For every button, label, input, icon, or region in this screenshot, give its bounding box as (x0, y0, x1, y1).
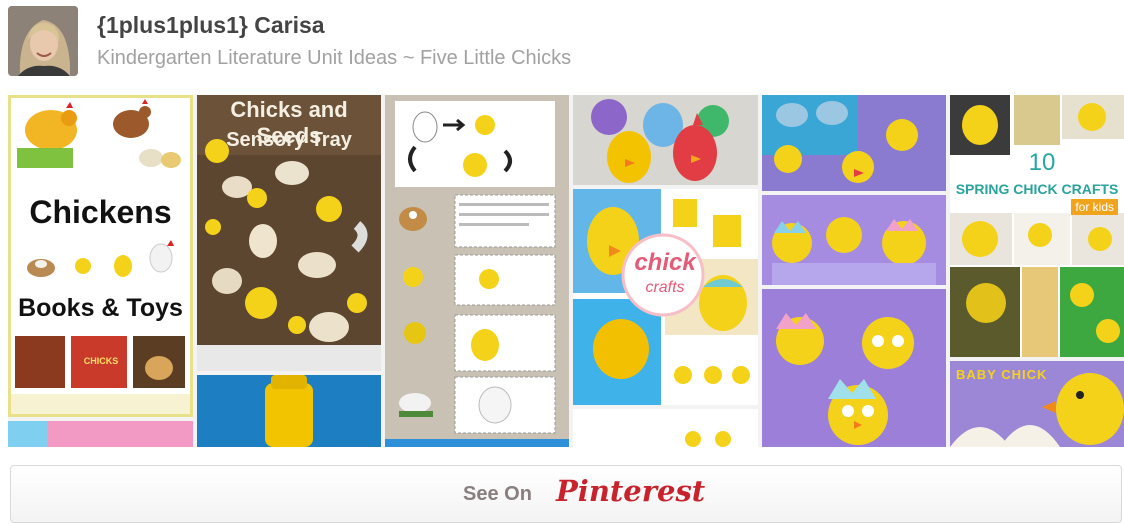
egg-carton-chicks-photo (762, 95, 946, 191)
pin-column-3 (385, 95, 569, 447)
chick-crafts-collage (573, 189, 758, 405)
pin-partial-pink-image (8, 421, 193, 447)
pinner-username[interactable]: {1plus1plus1} Carisa (97, 12, 325, 39)
board-title[interactable]: Kindergarten Literature Unit Ideas ~ Fiv… (97, 47, 571, 70)
pin-column-6: 10 SPRING CHICK CRAFTS for kids BABY CHI… (950, 95, 1124, 447)
pin-partial-pink[interactable] (8, 421, 193, 447)
pin-column-5 (762, 95, 946, 447)
pin-chickens-subtitle: Books & Toys (18, 294, 183, 322)
pin-column-4: chick crafts (573, 95, 758, 447)
eggshell-chicks-photo (762, 289, 946, 447)
baby-chick-title: BABY CHICK (956, 367, 1048, 382)
pin-eggshell-chicks[interactable] (762, 289, 946, 447)
avatar[interactable] (8, 6, 78, 76)
pin-chicks-seeds-sensory-tray[interactable]: Chicks and Seeds Sensory Tray (197, 95, 381, 371)
spring-crafts-number: 10 (1022, 149, 1062, 177)
hatching-chicks-photo (762, 195, 946, 285)
see-on-label: See On (463, 483, 532, 505)
pin-chickens-books-toys[interactable]: Chickens Books & Toys CHICKS (8, 95, 193, 417)
spring-crafts-subtitle: for kids (1071, 199, 1118, 215)
yellow-bottle-photo (197, 375, 381, 447)
pin-hatching-chicks[interactable] (762, 195, 946, 285)
pin-yellow-bottle[interactable] (197, 375, 381, 447)
partial-chicks-image (573, 409, 758, 447)
felt-chicks-photo (573, 95, 758, 185)
pin-sensory-subtitle: Sensory Tray (226, 129, 352, 151)
pin-chickens-title: Chickens (29, 194, 172, 230)
pinterest-logo: Pinterest (556, 474, 706, 508)
pin-grid: Chickens Books & Toys CHICKS Chicks and … (8, 95, 1124, 447)
see-on-pinterest-button[interactable]: See On Pinterest (10, 465, 1122, 523)
spring-chick-crafts-collage (950, 95, 1124, 357)
pin-baby-chick[interactable]: BABY CHICK (950, 361, 1124, 447)
pin-felt-chicks[interactable] (573, 95, 758, 185)
chick-crafts-line1: chick (634, 249, 696, 276)
pin-column-2: Chicks and Seeds Sensory Tray (197, 95, 381, 447)
pin-chick-crafts[interactable]: chick crafts (573, 189, 758, 405)
pin-spring-chick-crafts[interactable]: 10 SPRING CHICK CRAFTS for kids (950, 95, 1124, 357)
lifecycle-cards-image (385, 95, 569, 439)
avatar-photo (8, 6, 78, 76)
book-cover-label: CHICKS (83, 356, 119, 366)
pin-column-1: Chickens Books & Toys CHICKS (8, 95, 193, 447)
pin-egg-carton-chicks[interactable] (762, 95, 946, 191)
chicken-illustrations (11, 98, 190, 414)
chick-crafts-line2: crafts (645, 279, 685, 296)
spring-crafts-title: SPRING CHICK CRAFTS (955, 181, 1119, 197)
pin-chick-lifecycle-cards[interactable] (385, 95, 569, 439)
pin-partial-chicks[interactable] (573, 409, 758, 447)
pin-partial-blue[interactable] (385, 439, 569, 447)
